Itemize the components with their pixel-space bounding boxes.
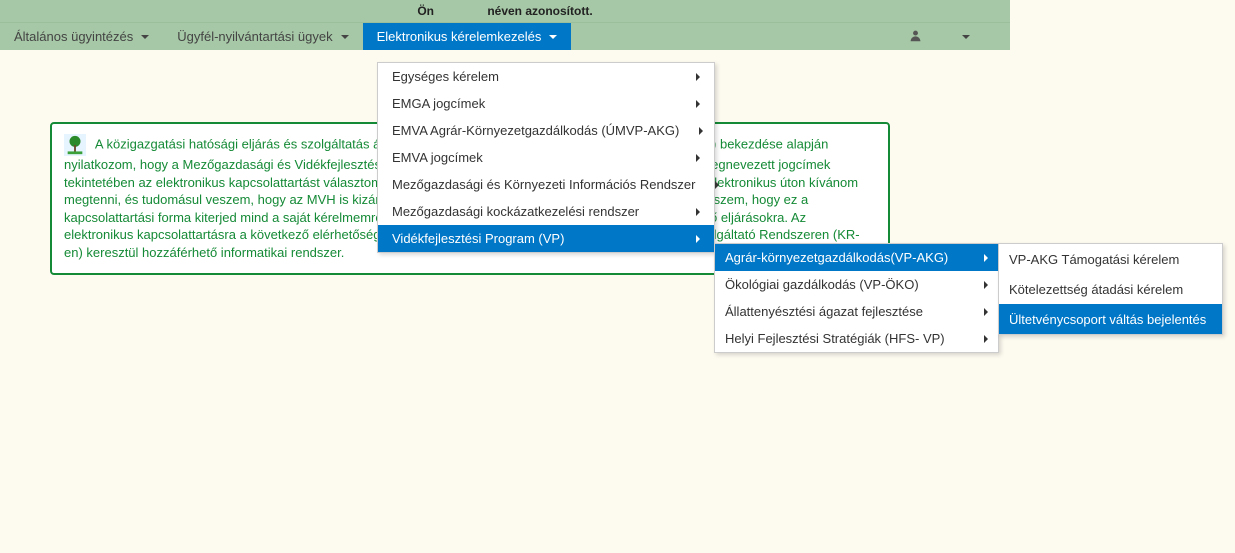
nav-general[interactable]: Általános ügyintézés bbox=[0, 23, 163, 50]
submenu-vp-akg: VP-AKG Támogatási kérelem Kötelezettség … bbox=[998, 243, 1223, 335]
user-menu[interactable] bbox=[869, 23, 1010, 50]
chevron-right-icon bbox=[984, 281, 988, 289]
menu-electronic-requests: Egységes kérelem EMGA jogcímek EMVA Agrá… bbox=[377, 62, 715, 253]
menu-item-label: Egységes kérelem bbox=[392, 69, 499, 84]
nav-label: Ügyfél-nyilvántartási ügyek bbox=[177, 29, 332, 44]
submenu-item-livestock[interactable]: Állattenyésztési ágazat fejlesztése bbox=[715, 298, 998, 325]
chevron-right-icon bbox=[696, 154, 700, 162]
chevron-down-icon bbox=[341, 35, 349, 39]
chevron-right-icon bbox=[696, 208, 700, 216]
nav-client-registry[interactable]: Ügyfél-nyilvántartási ügyek bbox=[163, 23, 362, 50]
menu-item-label: EMVA Agrár-Környezetgazdálkodás (ÚMVP-AK… bbox=[392, 123, 679, 138]
submenu-item-vp-akg[interactable]: Agrár-környezetgazdálkodás(VP-AKG) bbox=[715, 244, 998, 271]
menu-item-unified-request[interactable]: Egységes kérelem bbox=[378, 63, 714, 90]
menu-item-emva[interactable]: EMVA jogcímek bbox=[378, 144, 714, 171]
submenu-item-vp-akg-support[interactable]: VP-AKG Támogatási kérelem bbox=[999, 244, 1222, 274]
nav-electronic-requests[interactable]: Elektronikus kérelemkezelés bbox=[363, 23, 572, 50]
chevron-right-icon bbox=[696, 73, 700, 81]
menu-item-label: Állattenyésztési ágazat fejlesztése bbox=[725, 304, 923, 319]
menu-item-label: Helyi Fejlesztési Stratégiák (HFS- VP) bbox=[725, 331, 945, 346]
identity-suffix: néven azonosított. bbox=[487, 4, 592, 18]
menu-item-agri-risk[interactable]: Mezőgazdasági kockázatkezelési rendszer bbox=[378, 198, 714, 225]
chevron-right-icon bbox=[699, 127, 703, 135]
chevron-down-icon bbox=[141, 35, 149, 39]
identity-bar: Ön néven azonosított. bbox=[0, 0, 1010, 22]
chevron-right-icon bbox=[984, 335, 988, 343]
chevron-right-icon bbox=[984, 254, 988, 262]
chevron-down-icon bbox=[962, 35, 970, 39]
menu-item-rural-development[interactable]: Vidékfejlesztési Program (VP) bbox=[378, 225, 714, 252]
menu-item-label: Mezőgazdasági kockázatkezelési rendszer bbox=[392, 204, 639, 219]
menu-item-emga[interactable]: EMGA jogcímek bbox=[378, 90, 714, 117]
chevron-down-icon bbox=[549, 35, 557, 39]
menu-item-label: Agrár-környezetgazdálkodás(VP-AKG) bbox=[725, 250, 948, 265]
submenu-item-plantation-change[interactable]: Ültetvénycsoport váltás bejelentés bbox=[999, 304, 1222, 334]
menu-item-label: EMGA jogcímek bbox=[392, 96, 485, 111]
identity-prefix: Ön bbox=[417, 4, 434, 18]
main-nav: Általános ügyintézés Ügyfél-nyilvántartá… bbox=[0, 22, 1010, 50]
submenu-item-hfs-vp[interactable]: Helyi Fejlesztési Stratégiák (HFS- VP) bbox=[715, 325, 998, 352]
menu-item-label: Kötelezettség átadási kérelem bbox=[1009, 282, 1183, 297]
menu-item-label: EMVA jogcímek bbox=[392, 150, 483, 165]
user-icon bbox=[909, 29, 922, 45]
menu-item-label: Ökológiai gazdálkodás (VP-ÖKO) bbox=[725, 277, 919, 292]
tree-icon bbox=[64, 134, 86, 156]
chevron-right-icon bbox=[984, 308, 988, 316]
menu-item-label: Vidékfejlesztési Program (VP) bbox=[392, 231, 564, 246]
chevron-right-icon bbox=[696, 100, 700, 108]
chevron-right-icon bbox=[696, 235, 700, 243]
nav-label: Általános ügyintézés bbox=[14, 29, 133, 44]
menu-item-label: Ültetvénycsoport váltás bejelentés bbox=[1009, 312, 1206, 327]
nav-label: Elektronikus kérelemkezelés bbox=[377, 29, 542, 44]
submenu-item-vp-oko[interactable]: Ökológiai gazdálkodás (VP-ÖKO) bbox=[715, 271, 998, 298]
menu-item-emva-akg[interactable]: EMVA Agrár-Környezetgazdálkodás (ÚMVP-AK… bbox=[378, 117, 714, 144]
menu-item-label: Mezőgazdasági és Környezeti Információs … bbox=[392, 177, 695, 192]
chevron-right-icon bbox=[715, 181, 719, 189]
submenu-item-obligation-transfer[interactable]: Kötelezettség átadási kérelem bbox=[999, 274, 1222, 304]
menu-item-agri-env-info[interactable]: Mezőgazdasági és Környezeti Információs … bbox=[378, 171, 714, 198]
menu-item-label: VP-AKG Támogatási kérelem bbox=[1009, 252, 1179, 267]
submenu-vp: Agrár-környezetgazdálkodás(VP-AKG) Ökoló… bbox=[714, 243, 999, 353]
